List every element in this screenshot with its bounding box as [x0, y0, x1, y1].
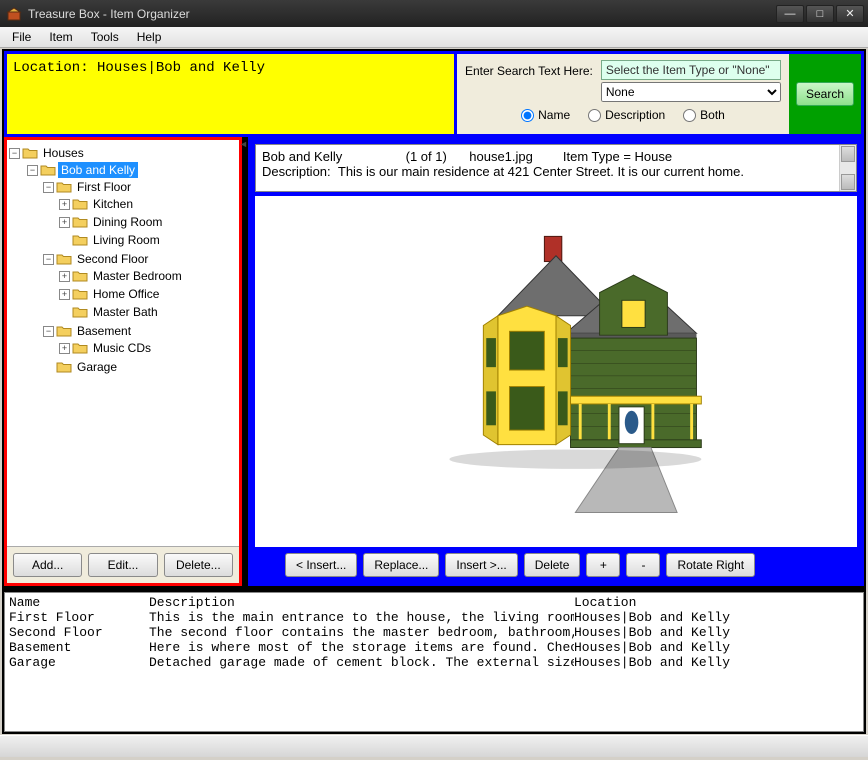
tree-node[interactable]: Kitchen — [90, 196, 136, 212]
tree-toggle[interactable]: − — [9, 148, 20, 159]
location-path: Houses|Bob and Kelly — [97, 60, 265, 76]
item-type-hint: Select the Item Type or "None" — [601, 60, 781, 80]
item-type-select[interactable]: None — [601, 82, 781, 102]
tree-node[interactable]: Dining Room — [90, 214, 165, 230]
tree-node[interactable]: Master Bath — [90, 304, 161, 320]
tree-toggle[interactable]: + — [59, 217, 70, 228]
detail-count: (1 of 1) — [406, 149, 466, 164]
tree-toggle[interactable]: + — [59, 199, 70, 210]
desc-scrollbar[interactable] — [839, 145, 856, 191]
folder-icon — [72, 341, 88, 355]
menu-tools[interactable]: Tools — [83, 28, 127, 46]
detail-desc-label: Description: — [262, 164, 331, 179]
items-grid[interactable]: Name Description Location First Floor Th… — [4, 592, 864, 732]
grid-header-desc[interactable]: Description — [149, 595, 574, 610]
folder-icon — [72, 287, 88, 301]
tree-toggle[interactable]: + — [59, 343, 70, 354]
folder-icon — [72, 305, 88, 319]
folder-icon — [72, 215, 88, 229]
replace-button[interactable]: Replace... — [363, 553, 439, 577]
menu-item[interactable]: Item — [41, 28, 80, 46]
folder-icon — [56, 360, 72, 374]
tree-toggle[interactable]: − — [43, 182, 54, 193]
folder-tree[interactable]: −Houses −Bob and Kelly −First Floor +Kit… — [7, 140, 239, 546]
minimize-button[interactable]: — — [776, 5, 804, 23]
tree-node-selected[interactable]: Bob and Kelly — [58, 162, 138, 178]
folder-icon — [72, 233, 88, 247]
folder-icon — [56, 180, 72, 194]
detail-panel: Bob and Kelly (1 of 1) house1.jpg Item T… — [248, 137, 864, 586]
tree-node[interactable]: Living Room — [90, 232, 163, 248]
menu-file[interactable]: File — [4, 28, 39, 46]
insert-left-button[interactable]: < Insert... — [285, 553, 357, 577]
table-row[interactable]: Basement Here is where most of the stora… — [9, 640, 859, 655]
search-label: Enter Search Text Here: — [465, 64, 593, 78]
search-panel: Enter Search Text Here: Select the Item … — [454, 51, 864, 137]
item-image — [255, 196, 857, 547]
search-button[interactable]: Search — [796, 82, 854, 106]
radio-name[interactable]: Name — [521, 108, 570, 122]
delete-image-button[interactable]: Delete — [524, 553, 581, 577]
grid-header-loc[interactable]: Location — [574, 595, 859, 610]
folder-icon — [72, 197, 88, 211]
table-row[interactable]: Second Floor The second floor contains t… — [9, 625, 859, 640]
menu-help[interactable]: Help — [129, 28, 170, 46]
detail-file: house1.jpg — [469, 149, 559, 164]
tree-node[interactable]: Houses — [40, 145, 87, 161]
tree-edit-button[interactable]: Edit... — [88, 553, 157, 577]
grid-header-name[interactable]: Name — [9, 595, 149, 610]
vertical-splitter[interactable] — [242, 137, 248, 586]
tree-node[interactable]: Home Office — [90, 286, 162, 302]
radio-description[interactable]: Description — [588, 108, 665, 122]
app-icon — [6, 6, 22, 22]
tree-toggle[interactable]: − — [27, 165, 38, 176]
tree-toggle[interactable]: − — [43, 254, 54, 265]
window-title: Treasure Box - Item Organizer — [28, 7, 190, 21]
detail-desc: This is our main residence at 421 Center… — [338, 164, 744, 179]
insert-right-button[interactable]: Insert >... — [445, 553, 517, 577]
tree-toggle[interactable]: + — [59, 289, 70, 300]
radio-both[interactable]: Both — [683, 108, 725, 122]
window-titlebar: Treasure Box - Item Organizer — □ ✕ — [0, 0, 868, 27]
tree-node[interactable]: Master Bedroom — [90, 268, 185, 284]
rotate-right-button[interactable]: Rotate Right — [666, 553, 755, 577]
zoom-in-button[interactable]: + — [586, 553, 620, 577]
tree-node[interactable]: Music CDs — [90, 340, 154, 356]
tree-toggle[interactable]: + — [59, 271, 70, 282]
location-label: Location: — [13, 60, 89, 76]
menubar: File Item Tools Help — [0, 27, 868, 48]
folder-icon — [72, 269, 88, 283]
location-panel: Location: Houses|Bob and Kelly — [4, 51, 454, 137]
table-row[interactable]: Garage Detached garage made of cement bl… — [9, 655, 859, 670]
folder-icon — [56, 252, 72, 266]
tree-add-button[interactable]: Add... — [13, 553, 82, 577]
tree-node[interactable]: Second Floor — [74, 251, 151, 267]
tree-delete-button[interactable]: Delete... — [164, 553, 233, 577]
statusbar — [0, 735, 868, 757]
tree-panel: −Houses −Bob and Kelly −First Floor +Kit… — [4, 137, 242, 586]
tree-node[interactable]: Basement — [74, 323, 134, 339]
detail-name: Bob and Kelly — [262, 149, 402, 164]
table-row[interactable]: First Floor This is the main entrance to… — [9, 610, 859, 625]
maximize-button[interactable]: □ — [806, 5, 834, 23]
folder-icon — [22, 146, 38, 160]
folder-icon — [56, 324, 72, 338]
description-box: Bob and Kelly (1 of 1) house1.jpg Item T… — [255, 144, 857, 192]
zoom-out-button[interactable]: - — [626, 553, 660, 577]
detail-type: Item Type = House — [563, 149, 672, 164]
tree-node[interactable]: First Floor — [74, 179, 134, 195]
close-button[interactable]: ✕ — [836, 5, 864, 23]
tree-toggle[interactable]: − — [43, 326, 54, 337]
folder-icon — [40, 163, 56, 177]
tree-node[interactable]: Garage — [74, 359, 120, 375]
